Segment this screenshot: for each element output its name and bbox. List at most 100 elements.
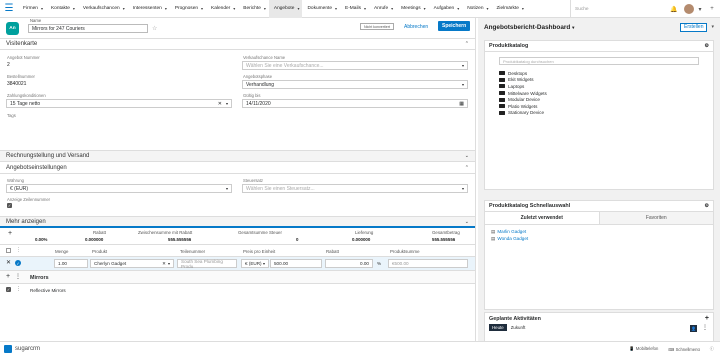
nav-item-kontakte[interactable]: Kontakte ▾ — [46, 0, 78, 18]
save-button[interactable]: Speichern — [438, 21, 471, 31]
nav-item-verkaufschancen[interactable]: Verkaufschancen ▾ — [78, 0, 128, 18]
chevron-down-icon[interactable]: ▾ — [41, 6, 43, 11]
nav-item-zielm-rkte[interactable]: Zielmärkte ▾ — [492, 0, 527, 18]
nav-item-aufgaben[interactable]: Aufgaben ▾ — [429, 0, 463, 18]
list-item[interactable]: ▤ Marlin Gadget — [491, 228, 707, 235]
chevron-down-icon[interactable]: ▾ — [335, 6, 337, 11]
tab-recent[interactable]: Zuletzt verwendet — [485, 212, 600, 224]
clear-icon[interactable]: ✕ — [218, 101, 222, 107]
catalog-folder[interactable]: Laptops — [499, 83, 713, 90]
nav-item-berichte[interactable]: Berichte ▾ — [238, 0, 269, 18]
chevron-up-icon[interactable]: ⌃ — [465, 41, 469, 47]
chevron-down-icon[interactable]: ▾ — [264, 6, 266, 11]
angebotseinstellungen-header[interactable]: Angebotseinstellungen ⌃ — [0, 162, 475, 174]
list-item[interactable]: ▤ Wonda Gadget — [491, 235, 707, 242]
select-all-checkbox[interactable] — [6, 248, 11, 253]
tab-future[interactable]: Zukunft — [511, 325, 526, 330]
nav-item-kalender[interactable]: Kalender ▾ — [206, 0, 238, 18]
global-search[interactable]: Suche — [570, 0, 666, 18]
angebotsphase-select[interactable]: Verhandlung ▾ — [242, 80, 468, 89]
menu-icon[interactable]: ☰ — [0, 0, 18, 18]
chevron-down-icon[interactable]: ▾ — [457, 6, 459, 11]
nav-item-angebote[interactable]: Angebote ▾ — [268, 0, 303, 18]
chevron-down-icon[interactable]: ▾ — [233, 6, 235, 11]
mehr-anzeigen-header[interactable]: Mehr anzeigen ⌄ — [0, 216, 475, 228]
star-icon[interactable]: ☆ — [152, 25, 157, 32]
table-row[interactable]: ✕ ✓ 1.00 Cherlyn Gadget ✕ ▾ South Sea Pl… — [0, 257, 475, 271]
more-icon[interactable]: ⋮ — [702, 324, 708, 331]
catalog-folder[interactable]: Mittelware Widgets — [499, 90, 713, 97]
zeilennummer-checkbox[interactable]: ✓ — [7, 203, 12, 208]
verkaufschance-select[interactable]: Wählen Sie eine Verkaufschance... ▾ — [242, 61, 468, 70]
plus-icon[interactable]: + — [6, 273, 10, 280]
tab-today[interactable]: Heute — [489, 324, 507, 331]
plus-icon[interactable]: + — [8, 230, 12, 237]
waehrung-select[interactable]: € (EUR) ▾ — [6, 184, 232, 193]
chevron-down-icon[interactable]: ▾ — [391, 6, 393, 11]
nav-item-meetings[interactable]: Meetings ▾ — [396, 0, 428, 18]
nav-item-interessenten[interactable]: Interessenten ▾ — [128, 0, 170, 18]
catalog-search-input[interactable]: Produktkatalog durchsuchen — [499, 57, 699, 65]
help-icon[interactable]: ⓘ — [710, 346, 714, 352]
zahlung-select[interactable]: 15 Tage netto ✕ ▾ — [6, 99, 232, 108]
nav-item-notizen[interactable]: Notizen ▾ — [462, 0, 491, 18]
catalog-folder[interactable]: Platio Widgets — [499, 103, 713, 110]
user-avatar[interactable] — [684, 4, 694, 14]
gueltig-date-input[interactable]: 14/11/2020 ▦ — [242, 99, 468, 108]
rechnung-header[interactable]: Rechnungstellung und Versand ⌄ — [0, 150, 475, 162]
chevron-down-icon[interactable]: ▾ — [123, 6, 125, 11]
mobile-link[interactable]: 📱 Mobiltelefon — [629, 346, 658, 352]
nav-item-dokumente[interactable]: Dokumente ▾ — [302, 0, 340, 18]
chevron-down-icon[interactable]: ⌄ — [465, 219, 469, 225]
create-button[interactable]: Erstellen — [680, 22, 708, 32]
chevron-down-icon[interactable]: ▾ — [522, 6, 524, 11]
catalog-folder[interactable]: Stationary Device — [499, 110, 713, 117]
dashboard-title[interactable]: Angebotsbericht-Dashboard ▾ — [484, 24, 574, 31]
menge-input[interactable]: 1.00 — [54, 259, 88, 268]
rabatt-input[interactable]: 0.00 — [325, 259, 373, 268]
teilenummer-input[interactable]: South Sea Plumbing Produ — [177, 259, 237, 269]
tab-favorites[interactable]: Favoriten — [599, 212, 713, 224]
close-icon[interactable]: ✕ — [6, 259, 11, 266]
mehr-anzeigen-title: Mehr anzeigen — [6, 218, 46, 225]
row-checkbox[interactable]: ✓ — [6, 287, 11, 292]
more-icon[interactable]: ⋮ — [15, 273, 21, 280]
currency-select[interactable]: € (EUR) ▾ — [241, 259, 269, 268]
chevron-down-icon[interactable]: ▾ — [364, 6, 366, 11]
catalog-folder[interactable]: Ekit Widgets — [499, 77, 713, 84]
chevron-down-icon[interactable]: ▾ — [73, 6, 75, 11]
chevron-down-icon[interactable]: ⌄ — [465, 153, 469, 159]
person-icon[interactable]: 👤 — [690, 325, 697, 332]
catalog-folder[interactable]: Desktops — [499, 70, 713, 77]
name-input[interactable]: Mirrors for 247 Couriers — [28, 24, 148, 33]
catalog-folder[interactable]: Modular Device — [499, 96, 713, 103]
preis-input[interactable]: 500.00 — [270, 259, 322, 268]
shortcuts-link[interactable]: ⌨ Schnellmenü — [668, 347, 699, 352]
visitenkarte-header[interactable]: Visitenkarte ⌃ — [0, 38, 475, 50]
nav-item-firmen[interactable]: Firmen ▾ — [18, 0, 46, 18]
calendar-icon[interactable]: ▦ — [459, 101, 464, 107]
cancel-button[interactable]: Abbrechen — [404, 22, 428, 31]
chevron-down-icon[interactable]: ▾ — [711, 24, 714, 30]
chevron-down-icon[interactable]: ▾ — [696, 0, 704, 18]
gear-icon[interactable]: ⚙ — [705, 43, 709, 49]
gear-icon[interactable]: ⚙ — [705, 203, 709, 209]
plus-icon[interactable]: + — [704, 0, 720, 18]
chevron-down-icon[interactable]: ▾ — [486, 6, 488, 11]
plus-icon[interactable]: + — [705, 315, 709, 322]
steuersatz-select[interactable]: Wählen Sie einen Steuersatz... ▾ — [242, 184, 468, 193]
chevron-down-icon[interactable]: ▾ — [297, 6, 299, 11]
more-icon[interactable]: ⋮ — [16, 286, 21, 292]
nav-item-e-mails[interactable]: E-Mails ▾ — [340, 0, 369, 18]
nav-item-prognosen[interactable]: Prognosen ▾ — [170, 0, 206, 18]
more-icon[interactable]: ⋮ — [16, 247, 21, 253]
produkt-select[interactable]: Cherlyn Gadget ✕ ▾ — [90, 259, 174, 268]
chevron-down-icon[interactable]: ▾ — [201, 6, 203, 11]
confirm-icon[interactable]: ✓ — [15, 260, 21, 266]
nav-item-anrufe[interactable]: Anrufe ▾ — [369, 0, 396, 18]
clear-icon[interactable]: ✕ — [162, 261, 166, 267]
chevron-up-icon[interactable]: ⌃ — [465, 165, 469, 171]
chevron-down-icon[interactable]: ▾ — [165, 6, 167, 11]
chevron-down-icon[interactable]: ▾ — [424, 6, 426, 11]
bell-icon[interactable]: 🔔 — [666, 0, 682, 18]
